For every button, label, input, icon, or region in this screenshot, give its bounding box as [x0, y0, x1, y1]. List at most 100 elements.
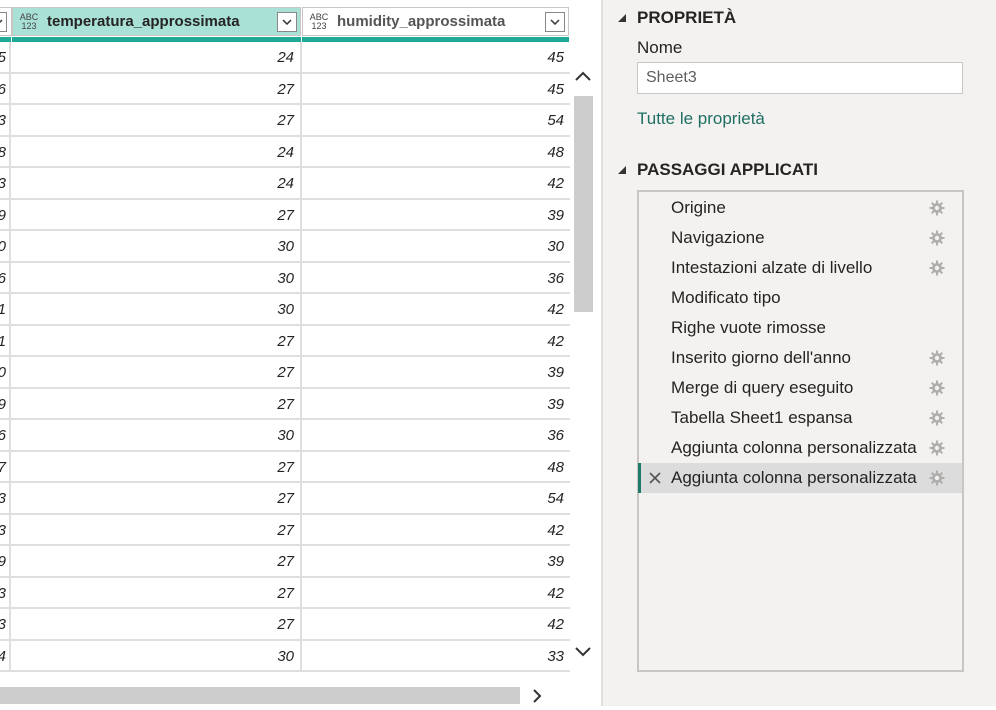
- table-row[interactable]: 92739: [0, 546, 570, 578]
- cell-temperatura[interactable]: 27: [11, 388, 302, 420]
- gear-icon[interactable]: [923, 470, 951, 486]
- cell-previous-column[interactable]: 3: [0, 577, 11, 609]
- scroll-down-button[interactable]: [573, 644, 593, 660]
- cell-temperatura[interactable]: 27: [11, 609, 302, 641]
- scroll-right-button[interactable]: [528, 687, 546, 705]
- cell-temperatura[interactable]: 24: [11, 42, 302, 74]
- table-row[interactable]: 92739: [0, 388, 570, 420]
- cell-previous-column[interactable]: 5: [0, 42, 11, 74]
- applied-step[interactable]: Inserito giorno dell'anno: [639, 343, 962, 373]
- cell-temperatura[interactable]: 30: [11, 640, 302, 672]
- cell-temperatura[interactable]: 27: [11, 199, 302, 231]
- cell-humidity[interactable]: 39: [302, 389, 570, 420]
- gear-icon[interactable]: [923, 260, 951, 276]
- cell-temperatura[interactable]: 27: [11, 514, 302, 546]
- cell-previous-column[interactable]: 3: [0, 105, 11, 137]
- query-name-input[interactable]: [637, 62, 963, 94]
- cell-humidity[interactable]: 33: [302, 641, 570, 672]
- applied-step[interactable]: Aggiunta colonna personalizzata: [638, 463, 962, 493]
- applied-step[interactable]: Righe vuote rimosse: [639, 313, 962, 343]
- column-header-previous[interactable]: [0, 7, 12, 36]
- all-properties-link[interactable]: Tutte le proprietà: [637, 109, 765, 129]
- cell-temperatura[interactable]: 30: [11, 231, 302, 263]
- properties-section-header[interactable]: PROPRIETÀ: [617, 8, 736, 28]
- column-dropdown-button[interactable]: [277, 11, 297, 32]
- cell-previous-column[interactable]: 9: [0, 199, 11, 231]
- cell-previous-column[interactable]: 8: [0, 136, 11, 168]
- table-row[interactable]: 32742: [0, 609, 570, 641]
- cell-temperatura[interactable]: 27: [11, 73, 302, 105]
- cell-humidity[interactable]: 54: [302, 483, 570, 515]
- table-row[interactable]: 82448: [0, 136, 570, 168]
- table-row[interactable]: 63036: [0, 262, 570, 294]
- cell-temperatura[interactable]: 27: [11, 577, 302, 609]
- cell-temperatura[interactable]: 30: [11, 294, 302, 326]
- table-row[interactable]: 63036: [0, 420, 570, 452]
- cell-humidity[interactable]: 42: [302, 578, 570, 609]
- cell-previous-column[interactable]: 6: [0, 420, 11, 452]
- triangle-collapse-icon[interactable]: [617, 13, 627, 23]
- gear-icon[interactable]: [923, 200, 951, 216]
- cell-humidity[interactable]: 30: [302, 231, 570, 263]
- gear-icon[interactable]: [923, 350, 951, 366]
- cell-previous-column[interactable]: 3: [0, 514, 11, 546]
- gear-icon[interactable]: [923, 230, 951, 246]
- cell-temperatura[interactable]: 27: [11, 483, 302, 515]
- cell-humidity[interactable]: 42: [302, 609, 570, 641]
- cell-previous-column[interactable]: 9: [0, 546, 11, 578]
- cell-humidity[interactable]: 45: [302, 74, 570, 105]
- cell-humidity[interactable]: 48: [302, 452, 570, 483]
- cell-humidity[interactable]: 42: [302, 294, 570, 326]
- cell-previous-column[interactable]: 7: [0, 451, 11, 483]
- gear-icon[interactable]: [923, 440, 951, 456]
- table-row[interactable]: 02739: [0, 357, 570, 389]
- table-row[interactable]: 32742: [0, 577, 570, 609]
- vertical-scrollbar[interactable]: [570, 60, 596, 672]
- applied-steps-section-header[interactable]: PASSAGGI APPLICATI: [617, 160, 818, 180]
- cell-humidity[interactable]: 48: [302, 137, 570, 168]
- cell-previous-column[interactable]: 6: [0, 262, 11, 294]
- gear-icon[interactable]: [923, 410, 951, 426]
- applied-step[interactable]: Aggiunta colonna personalizzata: [639, 433, 962, 463]
- close-icon[interactable]: [639, 471, 671, 485]
- cell-previous-column[interactable]: 3: [0, 609, 11, 641]
- cell-temperatura[interactable]: 27: [11, 325, 302, 357]
- cell-humidity[interactable]: 39: [302, 200, 570, 231]
- column-header-temperatura[interactable]: ABC 123 temperatura_approssimata: [12, 7, 301, 36]
- table-row[interactable]: 32442: [0, 168, 570, 200]
- gear-icon[interactable]: [923, 380, 951, 396]
- cell-humidity[interactable]: 36: [302, 263, 570, 294]
- table-row[interactable]: 13042: [0, 294, 570, 326]
- cell-previous-column[interactable]: 0: [0, 357, 11, 389]
- column-header-humidity[interactable]: ABC 123 humidity_approssimata: [302, 7, 569, 36]
- cell-humidity[interactable]: 42: [302, 168, 570, 200]
- cell-previous-column[interactable]: 0: [0, 231, 11, 263]
- applied-step[interactable]: Origine: [639, 193, 962, 223]
- cell-temperatura[interactable]: 24: [11, 136, 302, 168]
- cell-previous-column[interactable]: 3: [0, 483, 11, 515]
- cell-temperatura[interactable]: 27: [11, 105, 302, 137]
- table-row[interactable]: 62745: [0, 73, 570, 105]
- scroll-up-button[interactable]: [573, 68, 593, 84]
- scrollbar-thumb[interactable]: [574, 96, 593, 312]
- horizontal-scrollbar[interactable]: [0, 684, 570, 706]
- applied-step[interactable]: Navigazione: [639, 223, 962, 253]
- table-row[interactable]: 32742: [0, 514, 570, 546]
- table-row[interactable]: 92739: [0, 199, 570, 231]
- cell-humidity[interactable]: 54: [302, 105, 570, 137]
- cell-previous-column[interactable]: 4: [0, 640, 11, 672]
- cell-humidity[interactable]: 42: [302, 326, 570, 357]
- cell-previous-column[interactable]: 1: [0, 325, 11, 357]
- table-row[interactable]: 03030: [0, 231, 570, 263]
- scrollbar-thumb[interactable]: [0, 687, 520, 704]
- table-row[interactable]: 72748: [0, 451, 570, 483]
- table-row[interactable]: 52445: [0, 42, 570, 74]
- cell-humidity[interactable]: 39: [302, 546, 570, 578]
- applied-step[interactable]: Intestazioni alzate di livello: [639, 253, 962, 283]
- cell-humidity[interactable]: 42: [302, 515, 570, 546]
- cell-previous-column[interactable]: 1: [0, 294, 11, 326]
- triangle-collapse-icon[interactable]: [617, 165, 627, 175]
- cell-temperatura[interactable]: 27: [11, 357, 302, 389]
- cell-previous-column[interactable]: 6: [0, 73, 11, 105]
- cell-previous-column[interactable]: 9: [0, 388, 11, 420]
